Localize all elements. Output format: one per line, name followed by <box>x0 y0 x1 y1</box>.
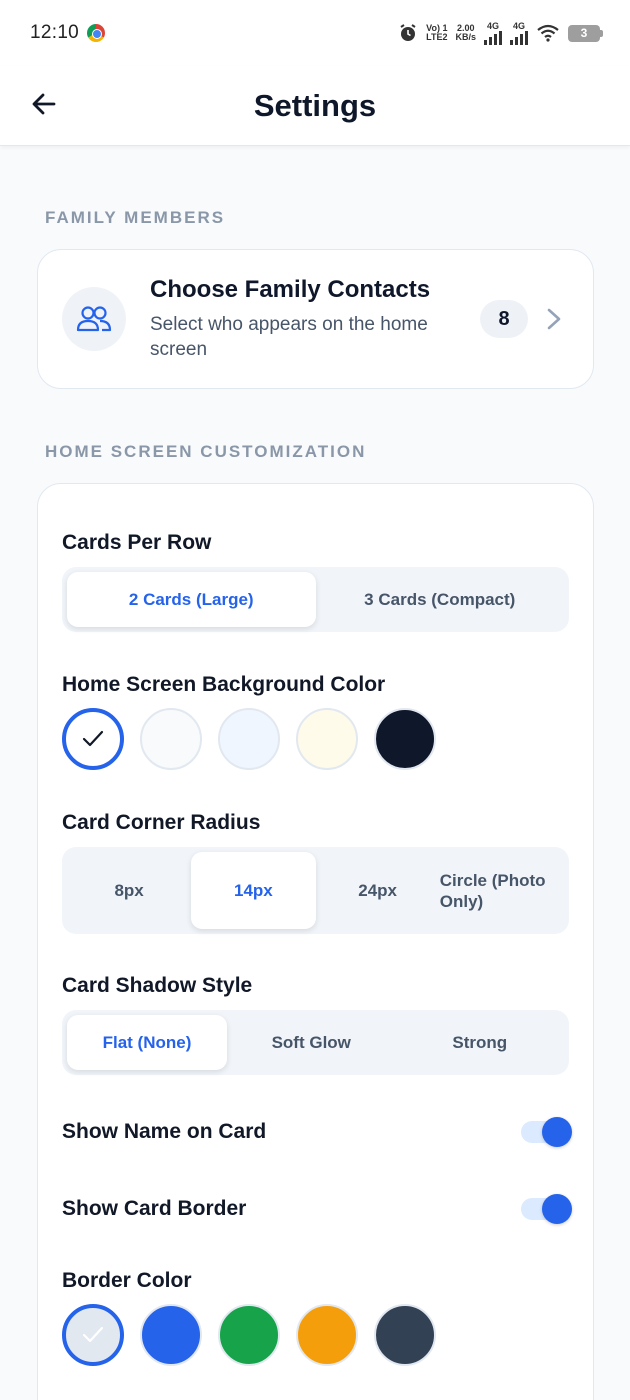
option-2-cards-large[interactable]: 2 Cards (Large) <box>67 572 316 627</box>
border-color-swatches <box>62 1304 436 1366</box>
page-title: Settings <box>253 87 377 123</box>
section-label-family: FAMILY MEMBERS <box>45 208 226 227</box>
arrow-left-icon <box>32 93 56 115</box>
show-border-toggle[interactable] <box>521 1194 572 1224</box>
option-shadow-strong[interactable]: Strong <box>396 1015 565 1070</box>
signal-2: 4G <box>510 20 528 45</box>
status-time: 12:10 <box>30 22 80 43</box>
back-button[interactable] <box>24 84 64 124</box>
bg-swatch-white[interactable] <box>62 708 124 770</box>
bg-swatch-slate-50[interactable] <box>140 708 202 770</box>
bg-swatch-amber-50[interactable] <box>296 708 358 770</box>
option-radius-8px[interactable]: 8px <box>67 852 191 929</box>
family-icon-container <box>62 287 126 351</box>
section-label-customization: HOME SCREEN CUSTOMIZATION <box>45 442 367 461</box>
bg-swatch-dark[interactable] <box>374 708 436 770</box>
background-color-swatches <box>62 708 436 770</box>
toggle-knob <box>542 1117 572 1147</box>
corner-radius-selector: 8px 14px 24px Circle (Photo Only) <box>62 847 569 934</box>
check-icon <box>82 730 104 747</box>
border-color-label: Border Color <box>62 1269 192 1292</box>
customization-card: Cards Per Row 2 Cards (Large) 3 Cards (C… <box>37 483 594 1400</box>
option-3-cards-compact[interactable]: 3 Cards (Compact) <box>316 572 565 627</box>
show-name-toggle[interactable] <box>521 1117 572 1147</box>
volte-indicator: Vo) 1 LTE2 <box>426 24 447 42</box>
option-radius-14px[interactable]: 14px <box>191 852 316 929</box>
option-shadow-flat[interactable]: Flat (None) <box>67 1015 227 1070</box>
border-swatch-light[interactable] <box>62 1304 124 1366</box>
check-icon <box>82 1326 104 1343</box>
contacts-count-badge: 8 <box>480 300 528 338</box>
border-swatch-blue[interactable] <box>140 1304 202 1366</box>
signal-bars-icon <box>510 30 528 45</box>
battery-icon: 3 <box>568 24 603 42</box>
family-card-title: Choose Family Contacts <box>150 276 431 303</box>
family-card-subtitle: Select who appears on the home screen <box>150 314 428 360</box>
cards-per-row-selector: 2 Cards (Large) 3 Cards (Compact) <box>62 567 569 632</box>
alarm-icon <box>400 24 416 41</box>
chevron-right-icon <box>547 308 561 330</box>
chrome-icon <box>87 24 106 42</box>
status-bar: 12:10 Vo) 1 LTE2 2.00 KB/s 4G 4G 3 <box>0 0 630 66</box>
app-header: Settings <box>0 66 630 146</box>
corner-radius-label: Card Corner Radius <box>62 811 261 834</box>
wifi-icon <box>537 24 559 42</box>
toggle-knob <box>542 1194 572 1224</box>
option-shadow-soft-glow[interactable]: Soft Glow <box>227 1015 396 1070</box>
net-type-1: 4G <box>486 20 499 31</box>
bg-swatch-blue-50[interactable] <box>218 708 280 770</box>
status-icons: Vo) 1 LTE2 2.00 KB/s 4G 4G 3 <box>398 20 603 45</box>
border-swatch-green[interactable] <box>218 1304 280 1366</box>
family-card-text: Choose Family Contacts Select who appear… <box>150 276 466 362</box>
signal-bars-icon <box>484 30 502 45</box>
show-name-row: Show Name on Card <box>62 1117 572 1147</box>
option-radius-24px[interactable]: 24px <box>316 852 440 929</box>
net-type-2: 4G <box>512 20 525 31</box>
show-border-label: Show Card Border <box>62 1197 247 1220</box>
border-swatch-amber[interactable] <box>296 1304 358 1366</box>
shadow-style-selector: Flat (None) Soft Glow Strong <box>62 1010 569 1075</box>
option-radius-circle[interactable]: Circle (Photo Only) <box>440 852 564 929</box>
choose-family-contacts-card[interactable]: Choose Family Contacts Select who appear… <box>37 249 594 389</box>
show-border-row: Show Card Border <box>62 1194 572 1224</box>
users-icon <box>76 306 112 332</box>
signal-1: 4G <box>484 20 502 45</box>
shadow-style-label: Card Shadow Style <box>62 974 253 997</box>
cards-per-row-label: Cards Per Row <box>62 531 212 554</box>
volte-bottom: LTE2 <box>426 32 448 42</box>
speed-bottom: KB/s <box>455 32 476 42</box>
speed-indicator: 2.00 KB/s <box>455 24 476 42</box>
border-swatch-slate[interactable] <box>374 1304 436 1366</box>
show-name-label: Show Name on Card <box>62 1120 267 1143</box>
background-color-label: Home Screen Background Color <box>62 673 386 696</box>
